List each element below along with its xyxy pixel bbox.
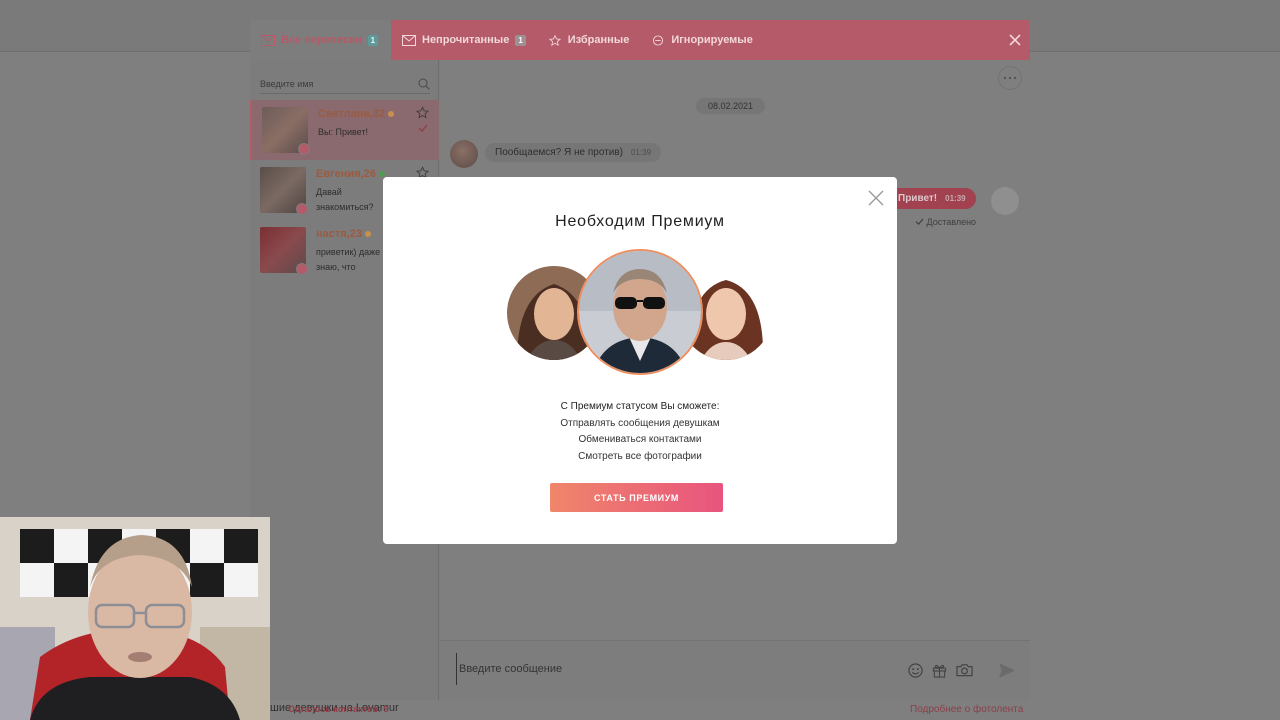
webcam-overlay [0, 517, 270, 720]
status-dot [364, 231, 371, 238]
benefit-item: Смотреть все фотографии [578, 450, 702, 462]
premium-benefits: С Премиум статусом Вы сможете: Отправлят… [383, 399, 897, 465]
date-separator: 08.02.2021 [696, 98, 766, 114]
status-dot [387, 111, 394, 118]
contact-item[interactable]: Светлана,32 Вы: Привет! [250, 100, 439, 160]
modal-title: Необходим Премиум [555, 213, 725, 230]
unread-badge: 1 [367, 34, 379, 46]
check-icon [915, 218, 924, 225]
incoming-message: Пообщаемся? Я не против) 01:39 [485, 143, 662, 162]
star-icon [548, 34, 561, 46]
search-icon[interactable] [418, 78, 430, 90]
premium-avatars [507, 249, 773, 379]
benefit-item: Отправлять сообщения девушкам [560, 417, 720, 429]
tab-label: Все переписки [281, 34, 362, 46]
outgoing-message: Привет! 01:39 [888, 188, 976, 209]
benefits-heading: С Премиум статусом Вы сможете: [560, 401, 720, 412]
avatar [991, 187, 1019, 215]
send-icon[interactable] [998, 662, 1016, 679]
close-icon [1009, 34, 1021, 46]
envelope-icon [402, 34, 416, 46]
avatar [577, 249, 703, 375]
verified-icon [298, 143, 310, 155]
verified-icon [296, 263, 308, 275]
message-time: 01:39 [631, 148, 652, 157]
contact-name: Евгения,26 [316, 168, 385, 180]
message-input[interactable] [456, 653, 896, 685]
contact-last-message: Вы: Привет! [318, 127, 368, 137]
messenger-tabs: Все переписки 1 Непрочитанные 1 Избранны… [250, 20, 1030, 60]
tab-label: Непрочитанные [422, 34, 510, 46]
message-time: 01:39 [945, 194, 966, 203]
tab-label: Игнорируемые [671, 34, 753, 46]
status-dot [378, 171, 385, 178]
become-premium-button[interactable]: СТАТЬ ПРЕМИУМ [550, 483, 723, 512]
envelope-icon [261, 34, 275, 46]
modal-close-button[interactable] [867, 189, 885, 207]
contact-name: Светлана,32 [318, 108, 394, 120]
gift-icon[interactable] [932, 663, 947, 678]
emoji-icon[interactable] [908, 663, 923, 678]
tab-unread[interactable]: Непрочитанные 1 [391, 20, 537, 60]
check-icon [418, 124, 428, 132]
message-composer [440, 640, 1030, 700]
verified-icon [296, 203, 308, 215]
footer-link[interactable]: Подробнее о фотолента [910, 704, 1023, 715]
tab-all-conversations[interactable]: Все переписки 1 [250, 20, 391, 60]
webcam-feed-image [0, 517, 270, 720]
benefit-item: Обмениваться контактами [578, 434, 702, 445]
contact-last-message: приветик) даже знаю, что [316, 247, 381, 272]
more-options-button[interactable] [998, 66, 1022, 90]
ellipsis-icon [1003, 76, 1017, 80]
message-text: Привет! [898, 193, 938, 204]
messenger-close-button[interactable] [1000, 20, 1030, 60]
star-icon[interactable] [416, 106, 429, 119]
contact-name: настя,23 [316, 228, 371, 240]
camera-icon[interactable] [956, 663, 973, 677]
message-text: Пообщаемся? Я не против) [495, 147, 624, 158]
search-box [260, 74, 430, 94]
tab-label: Избранные [567, 34, 630, 46]
close-icon [868, 190, 884, 206]
premium-modal: Необходим Премиум С Премиум статусом Вы … [383, 177, 897, 544]
search-input[interactable] [260, 75, 410, 93]
unread-badge: 1 [515, 34, 526, 46]
avatar [450, 140, 478, 168]
delivery-status: Доставлено [915, 217, 976, 227]
tab-favorites[interactable]: Избранные [537, 20, 641, 60]
contacts-left-counter: Осталось контактов: 9 [288, 704, 389, 714]
block-icon [653, 34, 664, 46]
tab-ignored[interactable]: Игнорируемые [640, 20, 764, 60]
contact-last-message: Давай знакомиться? [316, 187, 374, 212]
